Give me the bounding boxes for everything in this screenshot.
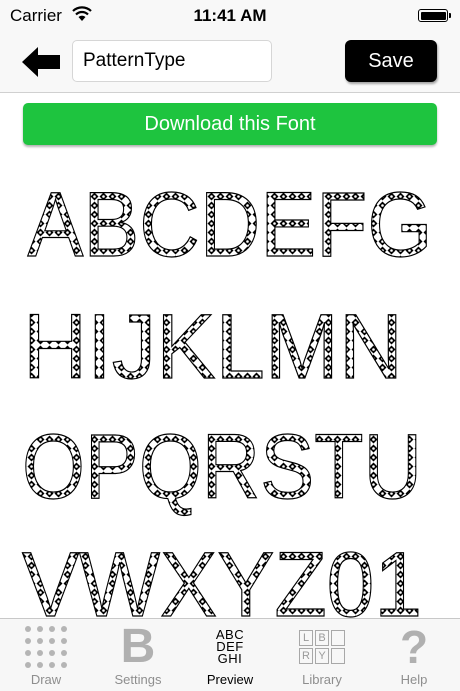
tab-help[interactable]: ? Help [368,619,460,691]
library-icon: L B R Y [299,630,345,664]
save-button[interactable]: Save [345,40,437,82]
font-preview: ABCDEFG HIJKLMN OPQRSTU VWXYZ01 [0,156,460,618]
tab-draw[interactable]: Draw [0,619,92,691]
preview-row-3: OPQRSTU [22,416,422,518]
battery-icon [418,9,451,22]
font-name-input[interactable] [72,40,272,82]
tab-settings-label: Settings [114,672,162,687]
status-time: 11:41 AM [193,6,267,25]
toolbar: Save [0,32,460,93]
tab-preview[interactable]: ABC DEF GHI Preview [184,619,276,691]
tab-settings[interactable]: B Settings [92,619,184,691]
left-arrow-icon[interactable] [22,45,60,79]
download-font-button[interactable]: Download this Font [23,103,437,145]
question-mark-icon: ? [399,621,429,673]
preview-row-2: HIJKLMN [23,296,403,398]
status-bar: Carrier 11:41 AM [0,0,460,32]
tab-preview-label: Preview [206,672,254,687]
tab-help-label: Help [400,672,428,687]
preview-row-4: VWXYZ01 [22,534,422,618]
tab-draw-label: Draw [30,672,62,687]
preview-row-1: ABCDEFG [28,174,433,276]
tab-library-label: Library [302,672,342,687]
tab-bar: Draw B Settings ABC DEF GHI Preview L B … [0,618,460,691]
letter-b-icon: B [120,620,156,673]
abc-preview-icon: ABC DEF GHI [215,627,245,666]
tab-library[interactable]: L B R Y Library [276,619,368,691]
dot-grid-icon [25,626,67,668]
